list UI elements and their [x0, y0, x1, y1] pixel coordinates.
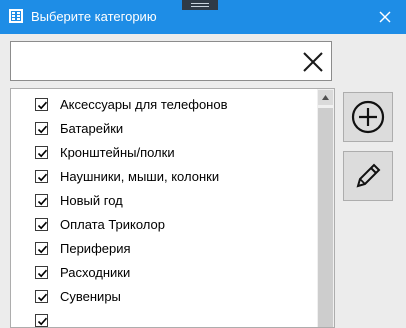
checkmark-icon: [37, 221, 48, 230]
pencil-icon: [356, 163, 381, 188]
window-title: Выберите категорию: [31, 9, 157, 24]
category-checkbox[interactable]: [35, 122, 48, 135]
category-checkbox[interactable]: [35, 242, 48, 255]
category-checkbox[interactable]: [35, 194, 48, 207]
category-list: Аксессуары для телефонов Батарейки Кронш…: [10, 88, 335, 328]
category-checkbox[interactable]: [35, 314, 48, 327]
close-icon: [379, 11, 391, 23]
list-item[interactable]: Кронштейны/полки: [11, 143, 316, 167]
category-checkbox[interactable]: [35, 266, 48, 279]
list-item[interactable]: [11, 311, 316, 327]
category-label: Периферия: [60, 241, 131, 256]
checkmark-icon: [37, 149, 48, 158]
search-field[interactable]: [10, 41, 332, 81]
category-checkbox[interactable]: [35, 218, 48, 231]
checkmark-icon: [37, 293, 48, 302]
checkmark-icon: [37, 245, 48, 254]
checkmark-icon: [37, 125, 48, 134]
category-checkbox[interactable]: [35, 98, 48, 111]
category-label: Новый год: [60, 193, 123, 208]
app-icon: [9, 9, 23, 23]
category-label: Сувениры: [60, 289, 121, 304]
checkmark-icon: [37, 173, 48, 182]
category-label: Батарейки: [60, 121, 124, 136]
scroll-up-button[interactable]: [317, 89, 334, 106]
list-item[interactable]: Наушники, мыши, колонки: [11, 167, 316, 191]
category-label: Аксессуары для телефонов: [60, 97, 228, 112]
category-label: Кронштейны/полки: [60, 145, 175, 160]
plus-circle-icon: [351, 100, 385, 134]
list-item[interactable]: Сувениры: [11, 287, 316, 311]
title-bar[interactable]: Выберите категорию: [0, 0, 406, 34]
category-label: Оплата Триколор: [60, 217, 166, 232]
list-item[interactable]: Периферия: [11, 239, 316, 263]
scroll-thumb[interactable]: [318, 108, 333, 327]
list-item[interactable]: Расходники: [11, 263, 316, 287]
close-window-button[interactable]: [374, 6, 396, 28]
clear-icon: [303, 52, 323, 72]
checkmark-icon: [37, 197, 48, 206]
list-item[interactable]: Новый год: [11, 191, 316, 215]
category-checkbox[interactable]: [35, 170, 48, 183]
add-category-button[interactable]: [343, 92, 393, 142]
edit-category-button[interactable]: [343, 151, 393, 201]
category-checkbox[interactable]: [35, 146, 48, 159]
list-item[interactable]: Аксессуары для телефонов: [11, 95, 316, 119]
clear-search-button[interactable]: [301, 50, 325, 74]
checkmark-icon: [37, 317, 48, 326]
checkmark-icon: [37, 269, 48, 278]
checkmark-icon: [37, 101, 48, 110]
list-item[interactable]: Батарейки: [11, 119, 316, 143]
category-label: Расходники: [60, 265, 131, 280]
arrow-up-icon: [322, 95, 329, 100]
category-label: Наушники, мыши, колонки: [60, 169, 220, 184]
drag-handle[interactable]: [182, 0, 218, 10]
category-dialog: Выберите категорию Аксессуары для телефо…: [0, 0, 406, 328]
list-item[interactable]: Оплата Триколор: [11, 215, 316, 239]
category-checkbox[interactable]: [35, 290, 48, 303]
search-input[interactable]: [17, 48, 291, 76]
list-scrollbar[interactable]: [317, 89, 334, 327]
